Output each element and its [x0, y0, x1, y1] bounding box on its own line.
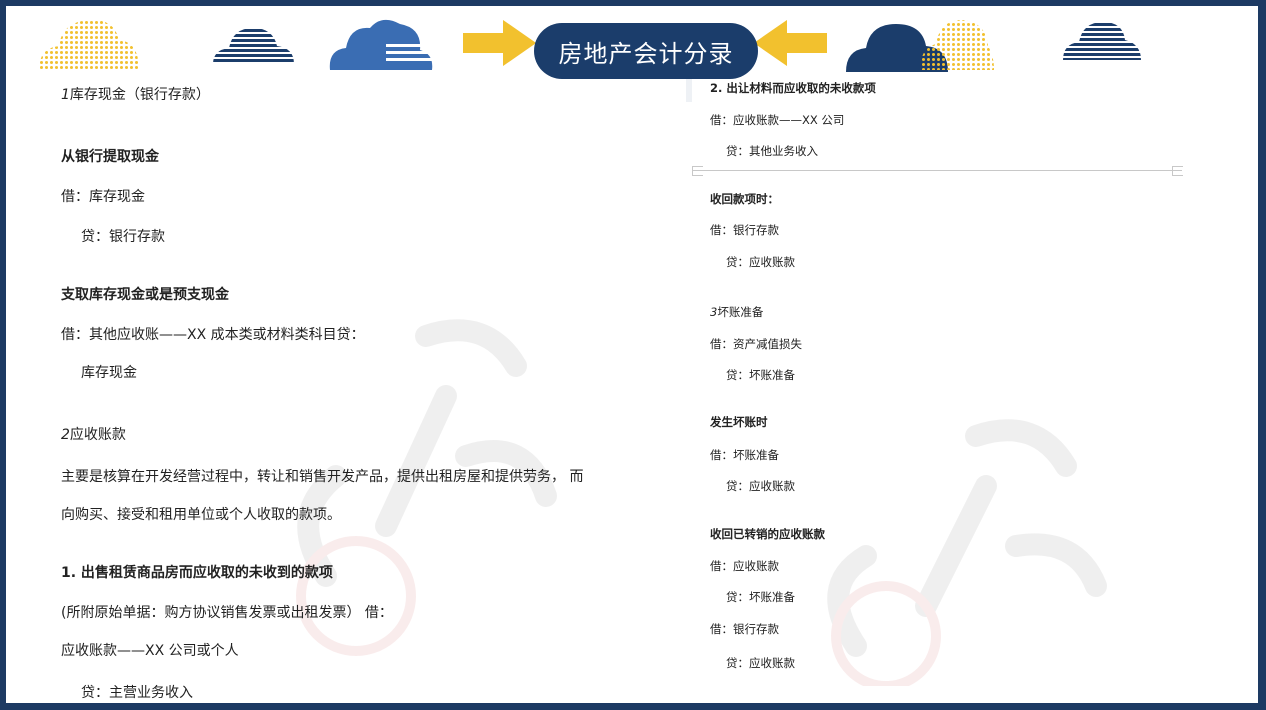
striped-cloud-right-icon	[1063, 22, 1141, 60]
debit-line: 借：坏账准备	[710, 448, 779, 462]
section-receivable-heading: 2应收账款	[61, 427, 126, 443]
credit-line: 贷：坏账准备	[726, 368, 795, 382]
arrow-left-icon	[750, 16, 829, 70]
credit-line: 贷：银行存款	[81, 229, 165, 245]
slide-frame: 房地产会计分录 1库存现金（银行存款） 从银行提取现金 借：库存现金 贷：银行存…	[6, 6, 1258, 703]
credit-line: 库存现金	[81, 365, 137, 381]
arrow-right-icon	[461, 16, 540, 70]
description-text: 主要是核算在开发经营过程中，转让和销售开发产品，提供出租房屋和提供劳务， 而	[61, 469, 584, 485]
credit-line: 贷：主营业务收入	[81, 685, 193, 701]
entry-sale-lease-heading: 1. 出售租赁商品房而应收取的未收到的款项	[61, 565, 333, 581]
source-document-note: (所附原始单据：购方协议销售发票或出租发票） 借：	[61, 605, 393, 621]
credit-line: 贷：应收账款	[726, 656, 795, 670]
page-title: 房地产会计分录	[534, 23, 758, 79]
credit-line: 贷：其他业务收入	[726, 144, 818, 158]
section-cash-heading: 1库存现金（银行存款）	[61, 87, 210, 103]
debit-line: 应收账款——XX 公司或个人	[61, 643, 239, 659]
entry-advance-cash-heading: 支取库存现金或是预支现金	[61, 287, 229, 303]
page-divider	[692, 170, 1182, 171]
debit-line: 借：应收账款——XX 公司	[710, 113, 845, 127]
entry-bad-debt-occurs-heading: 发生坏账时	[710, 415, 768, 429]
credit-line: 贷：应收账款	[726, 479, 795, 493]
dotted-cloud-left-icon	[39, 19, 139, 70]
debit-line: 借：银行存款	[710, 622, 779, 636]
entry-collection-heading: 收回款项时：	[710, 192, 779, 206]
debit-line: 借：其他应收账——XX 成本类或材料类科目贷：	[61, 327, 365, 343]
section-bad-debt-heading: 3坏账准备	[710, 305, 764, 319]
entry-withdraw-cash-heading: 从银行提取现金	[61, 149, 159, 165]
blue-cloud-icon	[329, 19, 433, 70]
divider-marker	[1172, 166, 1183, 176]
debit-line: 借：银行存款	[710, 223, 779, 237]
debit-line: 借：资产减值损失	[710, 337, 802, 351]
entry-recover-written-off-heading: 收回已转销的应收账款	[710, 527, 825, 541]
debit-line: 借：库存现金	[61, 189, 145, 205]
divider-marker	[692, 166, 703, 176]
debit-line: 借：应收账款	[710, 559, 779, 573]
credit-line: 贷：应收账款	[726, 255, 795, 269]
entry-material-transfer-heading: 2. 出让材料而应收取的未收款项	[710, 81, 876, 95]
description-text: 向购买、接受和租用单位或个人收取的款项。	[61, 507, 341, 523]
dotted-cloud-right-icon	[920, 20, 994, 70]
credit-line: 贷：坏账准备	[726, 590, 795, 604]
striped-cloud-icon	[213, 28, 294, 64]
watermark-right-icon	[827, 419, 1107, 686]
